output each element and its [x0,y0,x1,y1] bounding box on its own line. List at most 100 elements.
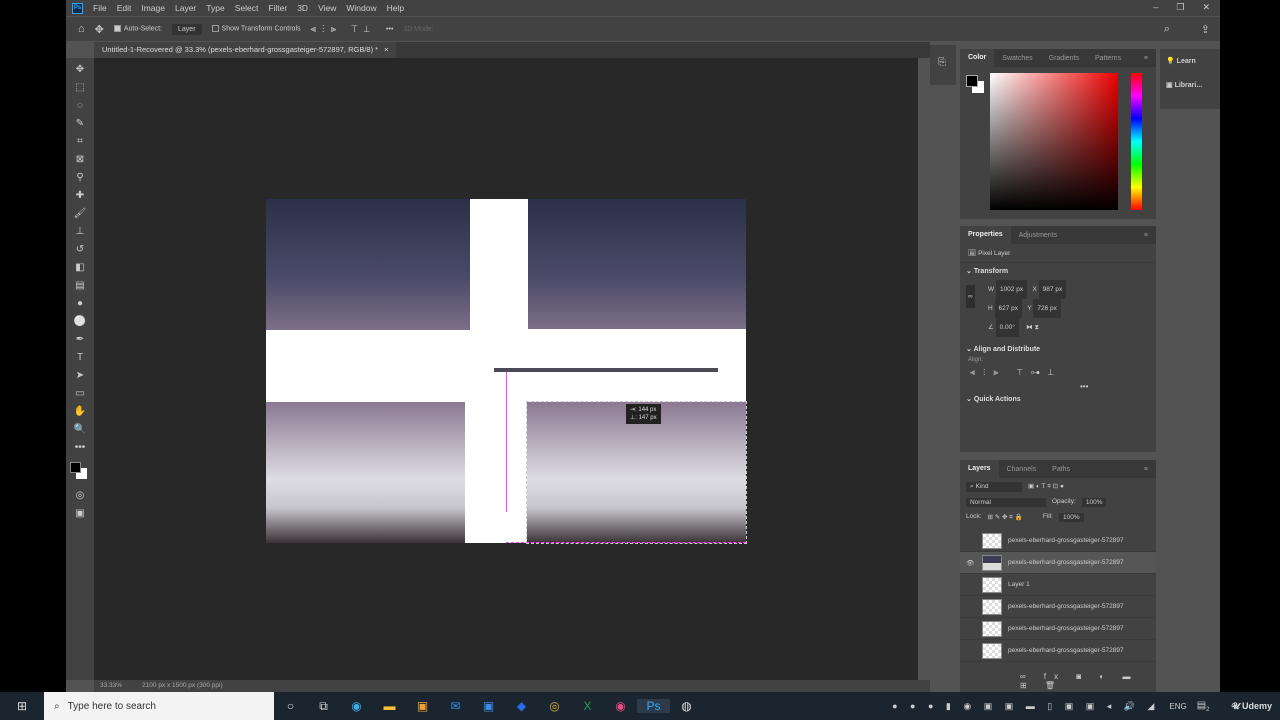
menu-3d[interactable]: 3D [297,3,308,13]
tab-layers[interactable]: Layers [960,460,999,478]
layers-footer-icons[interactable]: ∞ fx ◙ ◐ ▬ ⊞ 🗑 [1020,672,1156,690]
auto-select-checkbox[interactable]: Auto-Select: [113,25,162,33]
tab-channels[interactable]: Channels [999,466,1045,473]
hand-tool-icon[interactable]: ✋ [66,402,94,420]
layer-row[interactable]: pexels-eberhard-grossgasteiger-572897 [960,596,1156,618]
taskbar-search[interactable]: ⌕ Type here to search [44,692,274,720]
x-field[interactable]: 987 px [1038,280,1067,299]
blur-tool-icon[interactable]: ● [66,294,94,312]
edge-icon[interactable]: ◉ [340,699,373,713]
eraser-tool-icon[interactable]: ◧ [66,258,94,276]
excel-icon[interactable]: X [571,699,604,713]
menu-layer[interactable]: Layer [175,3,196,13]
tab-gradients[interactable]: Gradients [1041,55,1087,62]
image-night-sky-left[interactable] [266,199,470,330]
menu-select[interactable]: Select [235,3,259,13]
menu-edit[interactable]: Edit [117,3,132,13]
minimize-icon[interactable]: – [1153,2,1158,13]
restore-icon[interactable]: ❐ [1176,2,1184,13]
kind-filter[interactable]: ⌕ Kind [966,482,1022,492]
visibility-toggle-icon[interactable]: 👁 [966,559,976,567]
mail-icon[interactable]: ✉ [439,699,472,713]
show-transform-checkbox[interactable]: Show Transform Controls [211,25,301,33]
width-field[interactable]: 1002 px [995,280,1028,299]
obs-icon[interactable]: ◍ [670,699,703,713]
app-icon[interactable]: ▣ [406,699,439,713]
zoom-level[interactable]: 33.33% [100,682,122,690]
color-field[interactable] [990,73,1118,210]
dodge-tool-icon[interactable]: ⚪ [66,312,94,330]
panel-menu-icon[interactable]: ≡ [1136,466,1156,473]
history-brush-icon[interactable]: ↺ [66,240,94,258]
search-icon[interactable]: ⌕ [1164,23,1170,36]
opacity-field[interactable]: 100% [1081,498,1107,507]
menu-help[interactable]: Help [387,3,404,13]
angle-field[interactable]: 0.00° [995,318,1019,337]
foreground-color-swatch[interactable] [966,75,978,87]
notification-icon[interactable]: ▤2 [1197,700,1210,713]
home-icon[interactable]: ⌂ [78,23,85,35]
layer-row[interactable]: Layer 1 [960,574,1156,596]
menu-filter[interactable]: Filter [268,3,287,13]
tab-color[interactable]: Color [960,49,995,67]
screen-mode-icon[interactable]: ▣ [66,504,94,522]
close-icon[interactable]: ✕ [1202,2,1210,13]
blend-mode-select[interactable]: Normal [966,498,1046,507]
tab-adjustments[interactable]: Adjustments [1011,232,1066,239]
more-tools-icon[interactable]: ••• [66,438,94,456]
chrome-icon[interactable]: ◎ [538,699,571,713]
close-tab-icon[interactable]: × [384,45,388,55]
cortana-icon[interactable]: ○ [274,699,307,713]
language-indicator[interactable]: ENG [1169,702,1186,711]
align-icons[interactable]: ⫷⫶⫸ ⊤⊥ [311,24,377,35]
menu-view[interactable]: View [318,3,336,13]
layer-row[interactable]: pexels-eberhard-grossgasteiger-572897 [960,640,1156,662]
app-icon-color[interactable]: ◉ [604,699,637,713]
app-icon-dark[interactable]: ◆ [505,699,538,713]
eyedropper-tool-icon[interactable]: ⚲ [66,168,94,186]
layer-row[interactable]: pexels-eberhard-grossgasteiger-572897 [960,618,1156,640]
color-swatches-icon[interactable] [66,456,94,486]
dark-strip-layer[interactable] [494,368,718,372]
tab-paths[interactable]: Paths [1044,466,1078,473]
type-tool-icon[interactable]: T [66,348,94,366]
pen-tool-icon[interactable]: ✒ [66,330,94,348]
panel-menu-icon[interactable]: ≡ [1136,232,1156,239]
path-select-icon[interactable]: ➤ [66,366,94,384]
history-icon[interactable]: ⎘ [930,45,956,80]
brush-tool-icon[interactable]: 🖌 [66,204,94,222]
image-mountain-left[interactable] [266,402,465,543]
panel-menu-icon[interactable]: ≡ [1136,55,1156,62]
tab-swatches[interactable]: Swatches [994,55,1040,62]
align-distribute-section[interactable]: ⌄ Align and Distribute [960,341,1156,357]
flip-vertical-icon[interactable]: ⧗ [1034,324,1039,331]
shape-tool-icon[interactable]: ▭ [66,384,94,402]
system-tray-icons[interactable]: ● ● ● ▮ ◉ ▣ ▣ ▬ ▯ ▣ ▣ ◂ 🔊 ◢ [892,701,1159,712]
layer-row[interactable]: 👁 pexels-eberhard-grossgasteiger-572897 [960,552,1156,574]
share-icon[interactable]: ⇪ [1201,23,1210,36]
lock-icons[interactable]: ⊞ ✎ ✥ ⌗ 🔒 [988,513,1023,522]
crop-tool-icon[interactable]: ⌗ [66,132,94,150]
learn-button[interactable]: 💡 Learn [1160,49,1220,73]
height-field[interactable]: 627 px [994,299,1023,318]
menu-type[interactable]: Type [206,3,224,13]
more-icon[interactable]: ••• [960,382,1156,391]
libraries-button[interactable]: ▣ Librari... [1160,73,1220,97]
task-view-icon[interactable]: ⧉ [307,699,340,714]
image-night-sky-right[interactable] [528,199,746,329]
healing-tool-icon[interactable]: ✚ [66,186,94,204]
fill-field[interactable]: 100% [1058,513,1084,522]
layer-row[interactable]: pexels-eberhard-grossgasteiger-572897 [960,530,1156,552]
marquee-tool-icon[interactable]: ⬚ [66,78,94,96]
gradient-tool-icon[interactable]: ▤ [66,276,94,294]
hue-slider[interactable] [1131,73,1142,210]
flip-horizontal-icon[interactable]: ⧓ [1026,324,1033,331]
quick-mask-icon[interactable]: ◎ [66,486,94,504]
file-explorer-icon[interactable]: ▬ [373,699,406,713]
app-icon-blue[interactable]: ▣ [472,699,505,713]
canvas-area[interactable]: ⇥: 144 px ⊥: 147 px [94,58,918,680]
menu-file[interactable]: File [93,3,107,13]
transform-section[interactable]: ⌄ Transform [960,263,1156,279]
filter-icons[interactable]: ▣ ◐ T ⌗ ⊡ ● [1028,482,1064,492]
document-tab[interactable]: Untitled-1-Recovered @ 33.3% (pexels-ebe… [94,42,397,58]
